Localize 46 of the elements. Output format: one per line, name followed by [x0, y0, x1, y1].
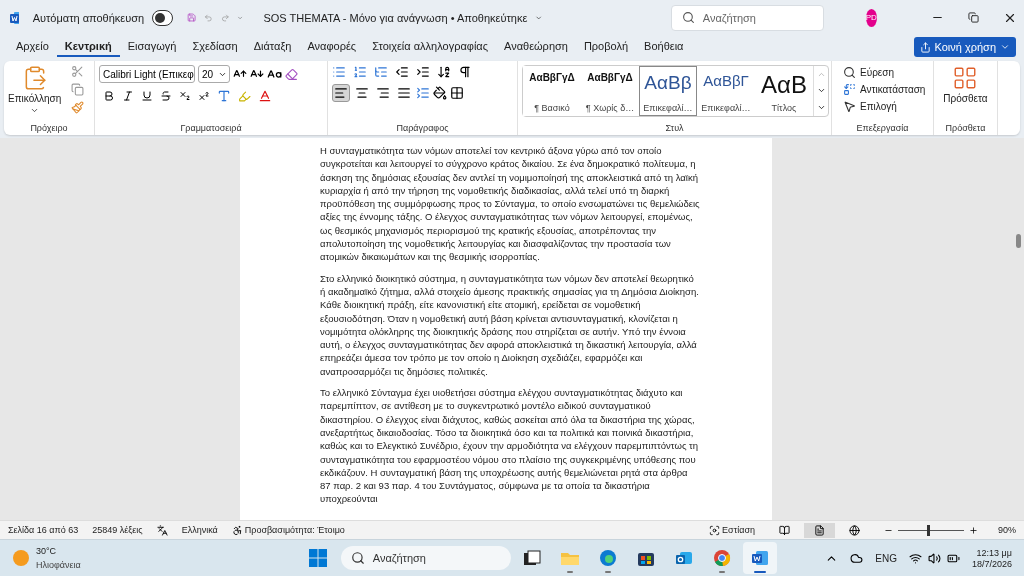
editing-button[interactable]: Αντικατάσταση: [842, 82, 927, 97]
search-field[interactable]: Αναζήτηση: [670, 4, 824, 31]
word-count: 25849 λέξεις: [92, 525, 143, 535]
font-name-field[interactable]: Calibri Light (Επικεφ: [99, 65, 195, 83]
font-size-field[interactable]: 20: [198, 65, 230, 83]
body-paragraph: Η συνταγματικότητα των νόμων αποτελεί τον κεντρικό άξονα γύρω από τον οποίο συγκροτείται και λειτουργεί το σύγχρονο κράτος δικαίου. Σε ένα δημοκρατικό πολίτευμα, η άσκηση της δημόσιας εξουσίας δεν αντλεί τη νομιμοποίησή της αποκλειστικά από τη λαϊκή κυριαρχία ή από την τήρηση της νομοθετικής διαδικασίας, αλλά τελεί υπό τη διαρκή προϋπόθεση της συμμόρφωσης προς το Σύνταγμα, το οποίο ενσωματώνει τις θεμελιώδεις αξίες της έννομης τάξης. Ο έλεγχος συνταγματικότητας των νόμων λειτουργεί, επομένως, ως θεσμικός μηχανισμός περιορισμού της κρατικής εξουσίας, αποτρέποντας την απολυτοποίηση της νομοθετικής λειτουργίας και διασφαλίζοντας την προστασία των ατομικών δικαιωμάτων και της θεσμικής ισορροπίας.: [320, 144, 700, 264]
paste-button[interactable]: Επικόλληση: [8, 65, 62, 121]
taskbar-search-field[interactable]: Αναζήτηση: [340, 546, 511, 570]
ribbon-tab[interactable]: Αρχείο: [8, 37, 57, 57]
ribbon-tab[interactable]: Εισαγωγή: [119, 37, 185, 57]
page-count: Σελίδα 16 από 63: [8, 525, 79, 535]
group-label: Γραμματοσειρά: [179, 122, 243, 135]
ribbon-tab[interactable]: Σχεδίαση: [184, 37, 246, 57]
search-placeholder: Αναζήτηση: [372, 552, 426, 564]
ribbon-tab[interactable]: Προβολή: [575, 37, 637, 57]
body-paragraph: Το ελληνικό Σύνταγμα έχει υιοθετήσει σύστημα ελέγχου συνταγματικότητας διάχυτο και παρεμπίπτον, σε αντίθεση με το συγκεντρωτικό μοντέλο ειδικού συνταγματικού δικαστηρίου. Ο έλεγχος είναι διάχυτος, καθώς ασκείται από όλα τα δικαστήρια της χώρας, ανεξαρτήτως δικαιοδοσίας. Τόσο τα διοικητικά όσο και τα πολιτικά και ποινικά δικαστήρια, καθώς και το Ελεγκτικό Συνέδριο, έχουν την αρμοδιότητα να ελέγχουν παρεμπιπτόντως τη συνταγματικότητα του εφαρμοστέου νόμου στο πλαίσιο της συγκεκριμένης υπόθεσης που εκδικάζουν. Η συνταγματική βάση της υποχρέωσης αυτής θεμελιώνεται ρητά στα άρθρα 87 παρ. 2 και 93 παρ. 4 του Συντάγματος, σύμφωνα με τα οποία τα δικαστήρια υποχρεούνται: [320, 386, 700, 506]
clock-time: 12:13 μμ: [976, 547, 1012, 558]
style-item[interactable]: ΑαΒβ Επικεφαλί…: [639, 66, 697, 116]
addins-button[interactable]: Πρόσθετα: [943, 65, 988, 121]
zoom-percentage: 90%: [998, 525, 1016, 535]
share-button[interactable]: Κοινή χρήση: [913, 37, 1016, 57]
group-label: Πρόχειρο: [29, 122, 69, 135]
ribbon-tab[interactable]: Αναθεώρηση: [496, 37, 576, 57]
group-label: Επεξεργασία: [855, 122, 910, 135]
language-label: Ελληνικά: [181, 525, 218, 535]
editing-button[interactable]: Επιλογή: [842, 99, 898, 114]
ribbon-tab[interactable]: Αναφορές: [299, 37, 365, 57]
ribbon-tab[interactable]: Κεντρική: [56, 37, 120, 57]
search-placeholder: Αναζήτηση: [702, 11, 756, 24]
body-paragraph: Στο ελληνικό διοικητικό σύστημα, η συνταγματικότητα των νόμων δεν αποτελεί θεωρητικό ή ακαδημαϊκό ζήτημα, αλλά στοιχείο άμεσης πρακτικής σημασίας για τη Δημόσια Διοίκηση. Κάθε διοικητική πράξη, είτε κανονιστική είτε ατομική, ερείδεται σε νομοθετική εξουσιοδότηση. Όταν η νομοθετική αυτή βάση κρίνεται αντισυνταγματική, κλονίζεται η νομιμότητα ολόκληρης της διοικητικής δράσης που στηρίζεται σε αυτήν. Υπό την έννοια αυτή, ο έλεγχος συνταγματικότητας δεν αφορά αποκλειστικά τη δικαστική λειτουργία, αλλά επηρεάζει άμεσα τον τρόπο με τον οποίο η Διοίκηση σχεδιάζει, εφαρμόζει και αναπροσαρμόζει τις δημόσιες πολιτικές.: [320, 271, 700, 379]
ribbon-tab[interactable]: Στοιχεία αλληλογραφίας: [364, 37, 496, 57]
weather-temperature: 30°C: [36, 546, 57, 556]
group-label: Παράγραφος: [395, 122, 450, 135]
accessibility-status: Προσβασιμότητα: Έτοιμο: [244, 525, 345, 535]
editing-button[interactable]: Εύρεση: [842, 65, 896, 80]
document-title: SOS THEMATA - Μόνο για ανάγνωση • Αποθηκεύτηκε: [263, 11, 528, 24]
autosave-label: Αυτόματη αποθήκευση: [32, 11, 145, 24]
focus-button[interactable]: Εστίαση: [722, 525, 755, 535]
ribbon-tab[interactable]: Διάταξη: [245, 37, 300, 57]
group-label: Στυλ: [664, 122, 685, 135]
group-label: Πρόσθετα: [944, 122, 987, 135]
clock-date: 18/7/2026: [971, 558, 1012, 569]
input-language[interactable]: ENG: [875, 552, 897, 564]
ribbon-tab[interactable]: Βοήθεια: [636, 37, 692, 57]
weather-condition: Ηλιοφάνεια: [36, 560, 81, 570]
user-avatar[interactable]: PD: [865, 8, 877, 27]
